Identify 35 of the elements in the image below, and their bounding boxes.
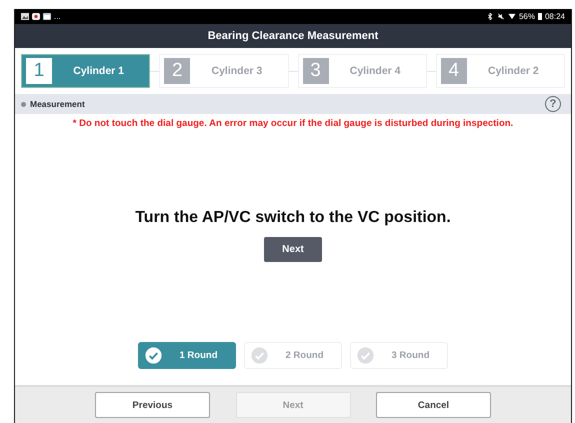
round-tab[interactable]: 1 Round bbox=[138, 342, 236, 369]
check-icon bbox=[145, 347, 162, 364]
warning-text: * Do not touch the dial gauge. An error may occur if the dial gauge is disturbed during inspection. bbox=[72, 118, 514, 129]
step-tab[interactable]: 1 Cylinder 1 bbox=[21, 54, 150, 88]
check-icon bbox=[357, 347, 374, 364]
step-label: Cylinder 3 bbox=[210, 65, 264, 77]
bluetooth-icon bbox=[486, 13, 494, 20]
footer-button[interactable]: Cancel bbox=[376, 392, 491, 418]
window-title: Bearing Clearance Measurement bbox=[208, 30, 378, 42]
bullet-icon bbox=[21, 102, 26, 106]
step-number: 2 bbox=[164, 58, 190, 84]
step-label: Cylinder 2 bbox=[486, 65, 540, 77]
instruction-text: Turn the AP/VC switch to the VC position. bbox=[135, 209, 451, 227]
step-number: 4 bbox=[440, 58, 467, 84]
round-tab[interactable]: 3 Round bbox=[350, 342, 448, 369]
next-button[interactable]: Next bbox=[264, 237, 322, 262]
check-icon bbox=[251, 347, 268, 364]
app-icon bbox=[32, 13, 40, 20]
image-icon bbox=[21, 13, 29, 20]
step-label: Cylinder 4 bbox=[348, 65, 402, 77]
clock: 08:24 bbox=[544, 12, 565, 21]
battery-percent: 56% bbox=[518, 12, 535, 21]
section-title: Measurement bbox=[30, 99, 85, 109]
footer-button[interactable]: Previous bbox=[95, 392, 210, 418]
step-tab[interactable]: 2 Cylinder 3 bbox=[159, 54, 288, 88]
notification-overflow: ... bbox=[54, 12, 61, 21]
battery-icon bbox=[538, 13, 542, 20]
mute-icon bbox=[496, 13, 505, 20]
step-number: 3 bbox=[302, 58, 328, 84]
step-tab[interactable]: 4 Cylinder 2 bbox=[436, 54, 565, 88]
round-tab[interactable]: 2 Round bbox=[244, 342, 342, 369]
step-label: Cylinder 1 bbox=[72, 65, 126, 77]
step-tab[interactable]: 3 Cylinder 4 bbox=[298, 54, 427, 88]
help-button[interactable]: ? bbox=[545, 96, 561, 112]
step-number: 1 bbox=[26, 58, 52, 84]
